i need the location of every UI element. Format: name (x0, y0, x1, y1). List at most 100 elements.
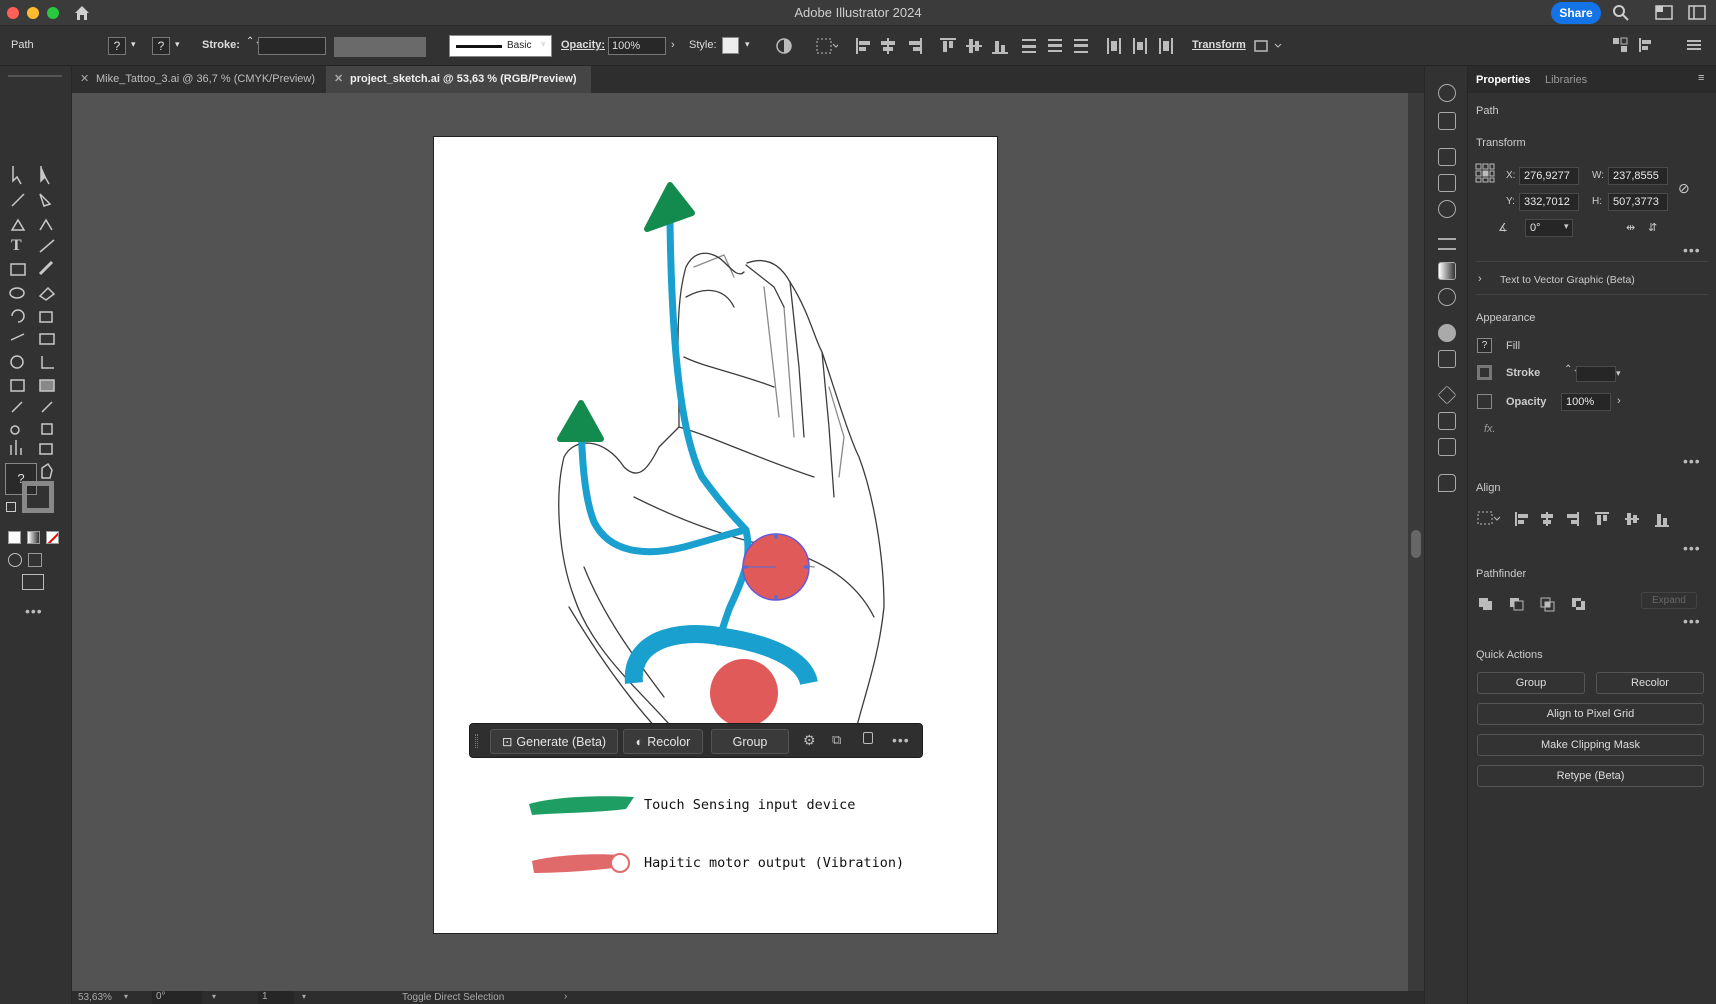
artboards-panel-icon[interactable] (1438, 438, 1456, 456)
flip-vertical-icon[interactable]: ⇵ (1648, 221, 1657, 234)
swatches-panel-icon[interactable] (1438, 148, 1456, 166)
w-input[interactable]: 237,8555 (1608, 167, 1668, 185)
more-options-icon[interactable]: ••• (892, 732, 910, 748)
none-mode-button[interactable] (46, 531, 59, 544)
graphic-style-swatch[interactable] (722, 37, 739, 54)
opacity-label[interactable]: Opacity (1506, 396, 1546, 408)
properties-panel-icon[interactable] (1438, 84, 1456, 102)
draw-mode-icon[interactable] (8, 553, 22, 567)
brushes-panel-icon[interactable] (1438, 174, 1456, 192)
variable-width-profile[interactable] (334, 37, 426, 57)
rotation-input[interactable]: 0° (152, 991, 202, 1004)
zoom-dropdown-icon[interactable]: ▾ (124, 992, 128, 1001)
export-panel-icon[interactable] (1438, 412, 1456, 430)
edit-toolbar-icon[interactable]: ••• (25, 603, 43, 619)
search-icon[interactable] (1612, 4, 1630, 22)
toolbar-grip[interactable] (8, 75, 62, 77)
transform-link[interactable]: Transform (1192, 39, 1246, 51)
stroke-dropdown-icon[interactable]: ▾ (175, 39, 180, 50)
reference-point-icon[interactable] (1475, 163, 1495, 183)
opacity-input[interactable]: 100% (608, 37, 666, 55)
stroke-swatch[interactable] (1477, 365, 1492, 380)
color-mode-button[interactable] (8, 531, 21, 544)
constrain-proportions-icon[interactable]: ⊘ (1678, 180, 1690, 197)
h-input[interactable]: 507,3773 (1608, 193, 1668, 211)
graphic-styles-panel-icon[interactable] (1438, 350, 1456, 368)
opacity-expand-icon[interactable]: › (671, 39, 675, 51)
task-bar-grip[interactable] (475, 734, 478, 748)
close-tab-icon[interactable]: ✕ (80, 66, 89, 93)
settings-icon[interactable]: ⚙ (803, 732, 816, 749)
status-arrow-icon[interactable]: › (564, 991, 567, 1002)
opacity-swatch[interactable] (1477, 394, 1492, 409)
haptic-node-wrist[interactable] (710, 659, 778, 727)
lock-icon[interactable] (863, 732, 873, 744)
opacity-input[interactable]: 100% (1561, 393, 1611, 411)
comments-panel-icon[interactable] (1438, 474, 1456, 492)
rotate-dropdown-icon[interactable]: ▾ (1564, 221, 1569, 232)
touch-sensor-arrow-left[interactable] (557, 400, 604, 442)
expand-chevron-icon[interactable]: › (1478, 273, 1482, 285)
stroke-label[interactable]: Stroke (1506, 367, 1540, 379)
effects-fx-icon[interactable]: fx. (1484, 423, 1496, 435)
stroke-swatch[interactable]: ? (152, 37, 170, 55)
pathfinder-buttons[interactable] (1478, 594, 1598, 612)
flip-horizontal-icon[interactable]: ⇹ (1626, 221, 1635, 234)
libraries-panel-icon[interactable] (1438, 112, 1456, 130)
recolor-artwork-icon[interactable] (775, 37, 793, 55)
rotation-dropdown-icon[interactable]: ▾ (212, 992, 216, 1001)
align-to-pixel-grid-button[interactable]: Align to Pixel Grid (1477, 703, 1704, 725)
brush-definition-dropdown[interactable]: Basic (449, 35, 552, 57)
appearance-panel-icon[interactable] (1438, 324, 1456, 342)
align-more-icon[interactable]: ••• (1683, 540, 1701, 556)
expand-button[interactable]: Expand (1641, 592, 1697, 609)
retype-beta-button[interactable]: Retype (Beta) (1477, 765, 1704, 787)
arrange-documents-icon[interactable] (1688, 5, 1706, 20)
group-button[interactable]: Group (711, 729, 789, 754)
distribute-buttons[interactable] (1105, 36, 1175, 56)
share-button[interactable]: Share (1551, 2, 1601, 24)
fill-swatch[interactable]: ? (108, 37, 126, 55)
recolor-button[interactable]: ◐ Recolor (623, 729, 703, 754)
generate-beta-button[interactable]: ⊡ Generate (Beta) (490, 729, 618, 754)
align-buttons[interactable] (854, 36, 1094, 56)
quick-group-button[interactable]: Group (1477, 672, 1585, 694)
scroll-thumb[interactable] (1411, 530, 1421, 558)
panel-menu-icon[interactable] (1686, 38, 1702, 52)
transparency-panel-icon[interactable] (1438, 288, 1456, 306)
panel-align-buttons[interactable] (1477, 510, 1697, 528)
tab-mike-tattoo[interactable]: ✕ Mike_Tattoo_3.ai @ 36,7 % (CMYK/Preview… (72, 66, 329, 93)
hand-sketch-artwork[interactable] (434, 137, 999, 935)
default-colors-icon[interactable] (6, 502, 16, 512)
layers-panel-icon[interactable] (1437, 385, 1457, 405)
stroke-weight-input[interactable] (258, 37, 326, 55)
duplicate-icon[interactable]: ⧉ (832, 732, 841, 748)
y-input[interactable]: 332,7012 (1519, 193, 1579, 211)
vertical-scrollbar[interactable] (1408, 93, 1424, 991)
opacity-expand-icon[interactable]: › (1617, 395, 1621, 407)
gradient-mode-button[interactable] (27, 531, 40, 544)
screen-mode-icon[interactable] (22, 574, 44, 590)
close-tab-icon[interactable]: ✕ (334, 66, 343, 93)
artboard[interactable]: Touch Sensing input device Hapitic motor… (433, 136, 998, 934)
appearance-more-icon[interactable]: ••• (1683, 453, 1701, 469)
align-to-icon[interactable] (816, 38, 838, 54)
opacity-label[interactable]: Opacity: (561, 39, 605, 51)
align-panel-icon[interactable] (1638, 37, 1660, 53)
touch-sensor-arrow-top[interactable] (644, 182, 695, 232)
fill-swatch[interactable]: ? (1477, 338, 1492, 353)
gradient-panel-icon[interactable] (1438, 262, 1456, 280)
symbols-panel-icon[interactable] (1438, 200, 1456, 218)
stroke-color-box[interactable] (22, 481, 54, 513)
make-clipping-mask-button[interactable]: Make Clipping Mask (1477, 734, 1704, 756)
artboard-dropdown-icon[interactable]: ▾ (302, 992, 306, 1001)
tab-properties[interactable]: Properties (1476, 74, 1530, 86)
artboard-number-input[interactable]: 1 (258, 991, 294, 1004)
style-dropdown-icon[interactable]: ▾ (745, 39, 750, 50)
transform-more-icon[interactable]: ••• (1683, 242, 1701, 258)
zoom-level[interactable]: 53,63% (78, 992, 112, 1003)
fill-dropdown-icon[interactable]: ▾ (131, 39, 136, 50)
panel-menu-icon[interactable]: ≡ (1698, 72, 1704, 84)
isolate-group-icon[interactable] (1253, 37, 1285, 55)
tab-libraries[interactable]: Libraries (1545, 74, 1587, 86)
